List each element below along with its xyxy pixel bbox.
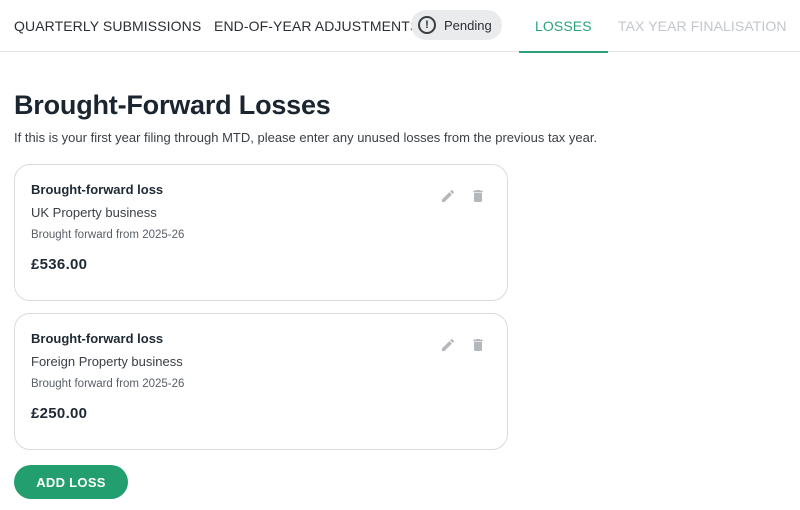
delete-loss-button[interactable] (469, 336, 487, 354)
tab-tax-year-finalisation[interactable]: TAX YEAR FINALISATION (618, 0, 787, 52)
loss-brought-forward-from: Brought forward from 2025-26 (31, 378, 185, 390)
trash-icon (473, 190, 483, 202)
pencil-icon (442, 189, 455, 202)
edit-loss-button[interactable] (439, 187, 457, 205)
tab-quarterly-submissions[interactable]: QUARTERLY SUBMISSIONS (14, 0, 201, 52)
tab-bar: QUARTERLY SUBMISSIONS END-OF-YEAR ADJUST… (0, 0, 800, 53)
edit-loss-button[interactable] (439, 336, 457, 354)
add-loss-button[interactable]: ADD LOSS (14, 465, 128, 499)
tab-label: LOSSES (535, 18, 592, 34)
page-title: Brought-Forward Losses (14, 90, 331, 120)
tab-label: END-OF-YEAR ADJUSTMENTS (214, 18, 420, 34)
pencil-icon (442, 338, 455, 351)
loss-brought-forward-from: Brought forward from 2025-26 (31, 229, 185, 241)
loss-business: Foreign Property business (31, 354, 183, 369)
loss-card: Brought-forward loss UK Property busines… (14, 164, 508, 301)
pending-status-badge: ! Pending (411, 10, 502, 40)
tab-losses[interactable]: LOSSES (519, 0, 608, 53)
loss-card: Brought-forward loss Foreign Property bu… (14, 313, 508, 450)
trash-icon (473, 339, 483, 351)
page-subtitle: If this is your first year filing throug… (14, 130, 598, 145)
tab-label: QUARTERLY SUBMISSIONS (14, 18, 202, 34)
alert-circle-icon: ! (418, 16, 436, 34)
loss-amount: £250.00 (31, 405, 88, 422)
delete-loss-button[interactable] (469, 187, 487, 205)
loss-title: Brought-forward loss (31, 331, 164, 346)
loss-title: Brought-forward loss (31, 182, 164, 197)
loss-amount: £536.00 (31, 256, 88, 273)
loss-business: UK Property business (31, 205, 157, 220)
tab-label: TAX YEAR FINALISATION (618, 18, 787, 34)
tab-end-of-year-adjustments[interactable]: END-OF-YEAR ADJUSTMENTS (214, 0, 419, 52)
pending-label: Pending (444, 17, 492, 33)
